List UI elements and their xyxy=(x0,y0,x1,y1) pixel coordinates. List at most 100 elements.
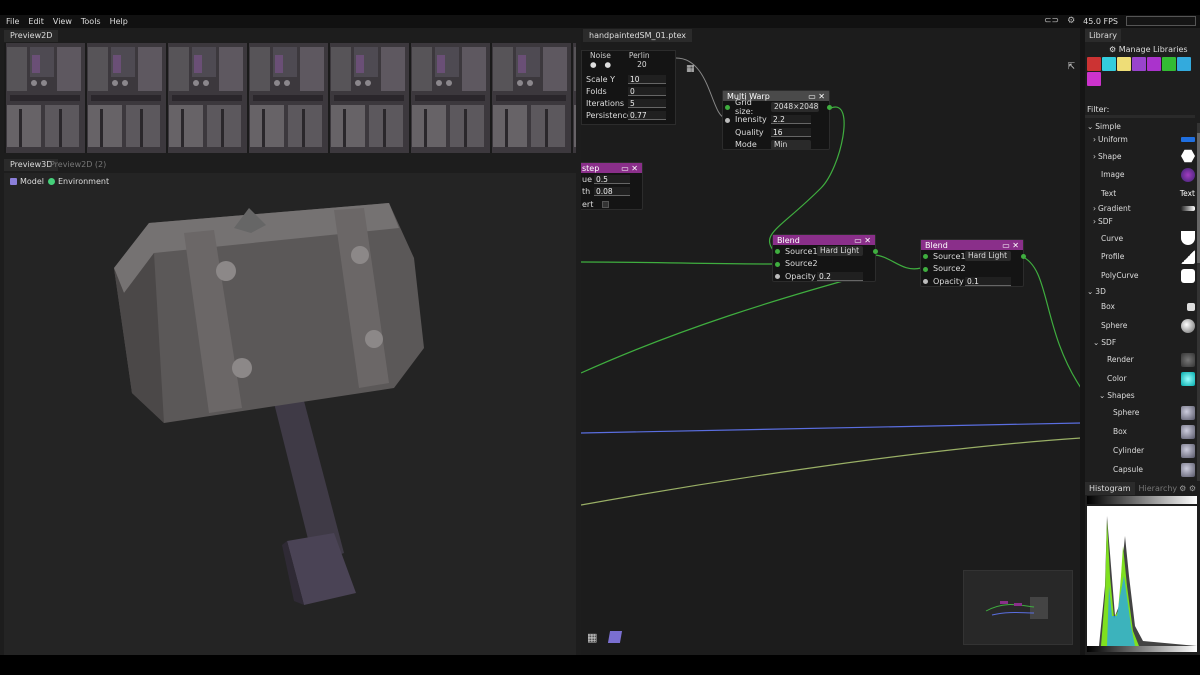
tab-histogram[interactable]: Histogram xyxy=(1085,482,1135,495)
expand-arrow-icon[interactable]: › xyxy=(1093,204,1096,213)
step-header[interactable]: step ▭ ✕ xyxy=(581,163,642,173)
input-port[interactable] xyxy=(775,274,780,279)
library-item[interactable]: Sphere xyxy=(1087,316,1195,335)
step-field[interactable]: 0.08 xyxy=(594,187,630,197)
input-port[interactable] xyxy=(725,105,730,110)
step-node[interactable]: step ▭ ✕ ue 0.5 th 0.08 ert xyxy=(581,162,643,210)
input-port[interactable] xyxy=(923,266,928,272)
library-item[interactable]: › Gradient xyxy=(1087,202,1195,214)
noise-field[interactable]: 0 xyxy=(628,86,666,96)
library-item[interactable]: ⌄ 3D xyxy=(1087,285,1195,297)
node-graph[interactable]: handpaintedSM_01.ptex Noise Perlin ● ● 2… xyxy=(581,28,1081,655)
grid-size-select[interactable]: 2048×2048 xyxy=(771,102,819,113)
cube-view-icon[interactable] xyxy=(607,631,623,643)
mode-select[interactable]: Min xyxy=(771,139,811,150)
blend1-header[interactable]: Blend ▭ ✕ xyxy=(773,235,875,245)
library-item[interactable]: Render xyxy=(1087,350,1195,369)
close-icon[interactable]: ▭ ✕ xyxy=(808,92,825,101)
noise-field[interactable]: 5 xyxy=(628,98,666,108)
tab-preview2d-2[interactable]: Preview2D (2) xyxy=(44,159,112,171)
blend-mode-select[interactable]: Hard Light xyxy=(965,251,1011,262)
close-icon[interactable]: ▭ ✕ xyxy=(854,236,871,245)
category-icon[interactable] xyxy=(1132,57,1146,71)
input-port[interactable] xyxy=(923,254,928,259)
histogram-options-icon[interactable]: ⚙ ⚙ xyxy=(1179,484,1196,493)
tab-hierarchy[interactable]: Hierarchy xyxy=(1135,482,1182,495)
menu-file[interactable]: File xyxy=(6,17,19,26)
preview2d-image[interactable] xyxy=(4,43,576,153)
blend-mode-select[interactable]: Hard Light xyxy=(817,246,863,257)
library-item[interactable]: Profile xyxy=(1087,247,1195,266)
library-item[interactable]: Cylinder xyxy=(1087,441,1195,460)
library-item[interactable]: Text Text xyxy=(1087,184,1195,202)
expand-arrow-icon[interactable]: ⌄ xyxy=(1087,287,1093,296)
tab-library[interactable]: Library xyxy=(1085,29,1121,42)
size-field[interactable]: 20 xyxy=(637,60,647,69)
quality-field[interactable]: 16 xyxy=(771,127,811,137)
output-port[interactable] xyxy=(827,105,832,110)
library-item[interactable]: Curve xyxy=(1087,229,1195,247)
expand-arrow-icon[interactable]: ⌄ xyxy=(1099,391,1105,400)
input-port[interactable] xyxy=(725,117,730,123)
library-item[interactable]: ⌄ SDF xyxy=(1087,335,1195,350)
category-icon[interactable] xyxy=(1102,57,1116,71)
filter-input[interactable] xyxy=(1085,115,1195,118)
noise-node[interactable]: Noise Perlin ● ● 20 Scale Y 10 Folds 0 I… xyxy=(581,50,676,125)
invert-checkbox[interactable] xyxy=(602,200,609,208)
expand-arrow-icon[interactable]: ⌄ xyxy=(1093,338,1099,347)
grid-view-icon[interactable]: ▦ xyxy=(587,631,599,644)
expand-arrow-icon[interactable]: › xyxy=(1093,135,1096,144)
library-item[interactable]: Cone xyxy=(1087,479,1195,481)
library-item[interactable]: Sphere xyxy=(1087,403,1195,422)
menu-help[interactable]: Help xyxy=(110,17,128,26)
blend-node-2[interactable]: Blend ▭ ✕ Source1 Hard Light Source2 Opa… xyxy=(920,239,1026,287)
step-field[interactable]: 0.5 xyxy=(594,174,630,184)
close-icon[interactable]: ▭ ✕ xyxy=(621,164,638,173)
blend-node-1[interactable]: Blend ▭ ✕ Source1 Hard Light Source2 Opa… xyxy=(772,234,878,282)
expand-arrow-icon[interactable]: › xyxy=(1093,152,1096,161)
blend2-header[interactable]: Blend ▭ ✕ xyxy=(921,240,1023,250)
library-item[interactable]: Box xyxy=(1087,297,1195,316)
category-icon[interactable] xyxy=(1177,57,1191,71)
input-port[interactable] xyxy=(923,279,928,284)
close-icon[interactable]: ▭ ✕ xyxy=(1002,241,1019,250)
library-item[interactable]: Box xyxy=(1087,422,1195,441)
library-item[interactable]: Color xyxy=(1087,369,1195,388)
tab-preview2d[interactable]: Preview2D xyxy=(4,30,59,42)
library-item[interactable]: › Shape xyxy=(1087,147,1195,165)
graph-tab[interactable]: handpaintedSM_01.ptex xyxy=(583,29,692,42)
expand-icon[interactable]: ⇱ xyxy=(1067,62,1075,72)
opacity-field[interactable]: 0.2 xyxy=(817,271,863,281)
library-item[interactable]: PolyCurve xyxy=(1087,266,1195,285)
category-icon[interactable] xyxy=(1087,57,1101,71)
graph-minimap[interactable] xyxy=(963,570,1073,645)
noise-field[interactable]: 0.77 xyxy=(628,110,666,120)
library-item[interactable]: ⌄ Shapes xyxy=(1087,388,1195,403)
intensity-field[interactable]: 2.2 xyxy=(771,115,811,125)
preview3d-viewport[interactable]: Model Environment xyxy=(4,173,576,655)
environment-button[interactable]: Environment xyxy=(48,177,109,186)
category-icon[interactable] xyxy=(1087,72,1101,86)
multiwarp-node[interactable]: Multi Warp ▭ ✕ Grid size: 2048×2048 Inen… xyxy=(722,90,832,150)
library-item[interactable]: Image xyxy=(1087,165,1195,184)
eye-icon[interactable]: ● xyxy=(590,60,597,69)
menu-view[interactable]: View xyxy=(53,17,72,26)
opacity-field[interactable]: 0.1 xyxy=(965,276,1011,286)
input-port[interactable] xyxy=(775,249,780,254)
output-port[interactable] xyxy=(873,249,878,254)
expand-arrow-icon[interactable]: › xyxy=(1093,217,1096,226)
settings-icon[interactable]: ⚙ xyxy=(1067,16,1075,26)
library-item[interactable]: Capsule xyxy=(1087,460,1195,479)
output-port[interactable] xyxy=(1021,254,1026,259)
info-icon[interactable]: ● xyxy=(605,60,612,69)
category-icon[interactable] xyxy=(1117,57,1131,71)
menu-tools[interactable]: Tools xyxy=(81,17,101,26)
library-item[interactable]: › Uniform xyxy=(1087,132,1195,147)
link-icon[interactable]: ⊂⊃ xyxy=(1044,16,1059,26)
category-icon[interactable] xyxy=(1147,57,1161,71)
input-port[interactable] xyxy=(775,261,780,267)
menu-edit[interactable]: Edit xyxy=(28,17,44,26)
model-button[interactable]: Model xyxy=(10,177,44,186)
category-icon[interactable] xyxy=(1162,57,1176,71)
expand-arrow-icon[interactable]: ⌄ xyxy=(1087,122,1093,131)
